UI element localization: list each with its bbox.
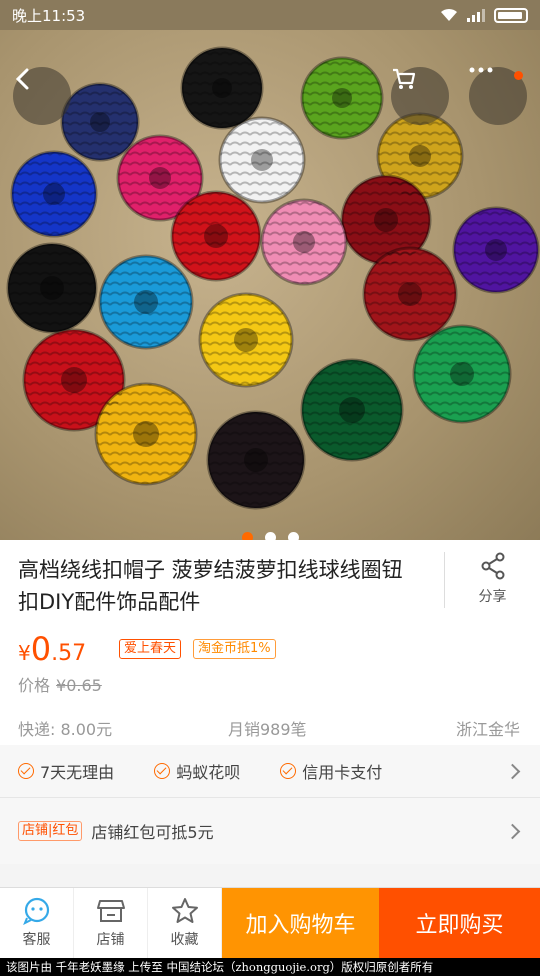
notification-dot xyxy=(514,71,523,80)
shop-button[interactable]: 店铺 xyxy=(74,888,148,958)
share-label: 分享 xyxy=(478,589,507,605)
add-to-cart-button[interactable]: 加入购物车 xyxy=(222,888,379,958)
favorite-button[interactable]: 收藏 xyxy=(148,888,222,958)
shop-coupon-row[interactable]: 店铺|红包 店铺红包可抵5元 xyxy=(0,798,540,864)
price: ¥ 0 .57 xyxy=(18,630,86,668)
buy-now-button[interactable]: 立即购买 xyxy=(379,888,540,958)
service-item: 7天无理由 xyxy=(18,759,114,783)
product-title: 高档绕线扣帽子 菠萝结菠萝扣线球线圈钮扣DIY配件饰品配件 xyxy=(18,558,403,614)
price-integer: 0 xyxy=(30,630,52,668)
status-bar: 晚上11:53 xyxy=(0,0,540,30)
knot-buttons-illustration xyxy=(6,46,540,510)
carousel-dot[interactable] xyxy=(264,532,276,540)
original-price-label: 价格 xyxy=(18,676,51,695)
chat-icon xyxy=(22,897,49,925)
wifi-icon xyxy=(441,8,457,21)
service-guarantees[interactable]: 7天无理由 蚂蚁花呗 信用卡支付 xyxy=(0,745,540,798)
favorite-label: 收藏 xyxy=(170,932,199,948)
original-price-value: ¥0.65 xyxy=(56,676,102,695)
coin-tag: 淘金币抵1% xyxy=(193,639,276,659)
check-circle-icon xyxy=(280,763,297,779)
product-image[interactable] xyxy=(0,30,540,540)
service-item: 蚂蚁花呗 xyxy=(154,759,240,783)
cart-icon xyxy=(393,68,416,89)
location: 浙江金华 xyxy=(455,720,520,739)
service-item: 信用卡支付 xyxy=(280,759,382,783)
customer-service-button[interactable]: 客服 xyxy=(0,888,74,958)
signal-icon xyxy=(467,9,485,22)
monthly-sales: 月销989笔 xyxy=(228,720,307,739)
share-button[interactable]: 分享 xyxy=(444,552,540,608)
share-icon xyxy=(481,552,504,580)
coupon-text: 店铺红包可抵5元 xyxy=(91,823,214,842)
carousel-indicator xyxy=(0,532,540,540)
chevron-right-icon xyxy=(504,763,521,779)
status-time: 晚上11:53 xyxy=(12,6,86,25)
back-button[interactable] xyxy=(13,67,71,125)
service-label: 7天无理由 xyxy=(40,763,115,782)
shipping-fee: 快递: 8.00元 xyxy=(18,720,113,739)
carousel-dot[interactable] xyxy=(241,532,253,540)
watermark-caption: 该图片由 千年老妖墨缘 上传至 中国结论坛（zhongguojie.org）版权… xyxy=(0,958,540,976)
service-label: 蚂蚁花呗 xyxy=(176,763,241,782)
chevron-right-icon xyxy=(504,823,521,839)
more-button[interactable] xyxy=(469,67,527,125)
more-icon xyxy=(469,67,493,73)
coupon-tag: 店铺|红包 xyxy=(18,821,83,841)
status-icons xyxy=(440,7,528,23)
shop-icon xyxy=(96,900,125,922)
bottom-action-bar: 客服 店铺 收藏 加入购物车 立即购买 xyxy=(0,887,540,958)
battery-icon xyxy=(494,7,528,23)
star-icon xyxy=(171,898,198,923)
promo-tag: 爱上春天 xyxy=(119,639,182,659)
product-info: 高档绕线扣帽子 菠萝结菠萝扣线球线圈钮扣DIY配件饰品配件 分享 ¥ 0 .57… xyxy=(0,540,540,745)
shop-label: 店铺 xyxy=(96,932,125,948)
check-circle-icon xyxy=(154,763,171,779)
customer-service-label: 客服 xyxy=(22,932,51,948)
original-price: 价格 ¥0.65 xyxy=(18,672,102,696)
carousel-dot[interactable] xyxy=(287,532,299,540)
price-decimal: .57 xyxy=(51,641,87,666)
currency-symbol: ¥ xyxy=(18,641,31,665)
cart-button[interactable] xyxy=(391,67,449,125)
service-label: 信用卡支付 xyxy=(302,763,383,782)
check-circle-icon xyxy=(18,763,34,779)
chevron-left-icon xyxy=(15,68,29,90)
